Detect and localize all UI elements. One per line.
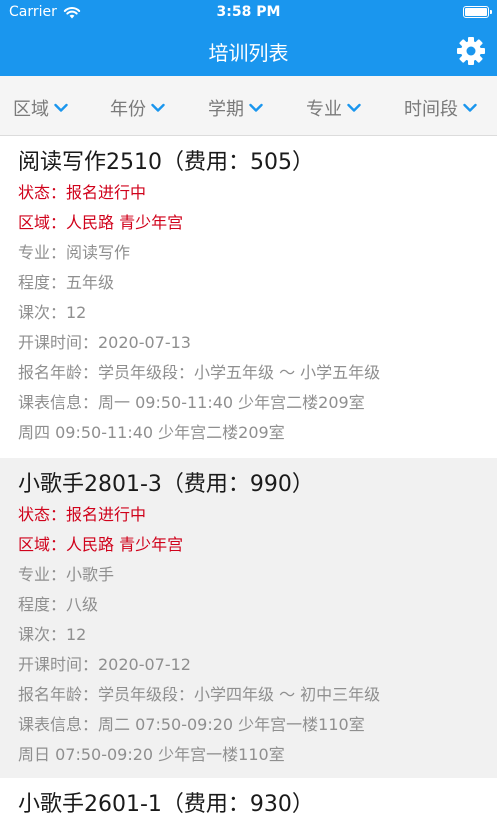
course-list: 阅读写作2510（费用：505） 状态：报名进行中 区域：人民路 青少年宫 专业… — [0, 136, 497, 833]
course-major: 专业：阅读写作 — [18, 243, 131, 262]
course-sessions: 课次：12 — [18, 625, 87, 644]
course-card[interactable]: 小歌手2801-3（费用：990） 状态：报名进行中 区域：人民路 青少年宫 专… — [0, 458, 497, 778]
course-schedule: 课表信息：周一 09:50-11:40 少年宫二楼209室 — [18, 393, 365, 412]
course-card[interactable]: 小歌手2601-1（费用：930） — [0, 778, 497, 833]
course-age-range: 报名年龄：学员年级段：小学五年级 ～ 小学五年级 — [18, 363, 381, 382]
course-schedule-extra: 周四 09:50-11:40 少年宫二楼209室 — [18, 423, 285, 442]
course-schedule-extra: 周日 07:50-09:20 少年宫一楼110室 — [18, 745, 285, 764]
chevron-down-icon — [54, 103, 68, 112]
course-title: 小歌手2801-3（费用：990） — [18, 472, 314, 497]
course-title: 小歌手2601-1（费用：930） — [18, 792, 314, 817]
course-major: 专业：小歌手 — [18, 565, 115, 584]
app-screen: Carrier 3:58 PM 培训列表 区域 年份 学期 专业 时间段 阅读写… — [0, 0, 497, 833]
filter-major[interactable]: 专业 — [306, 95, 361, 121]
course-area: 区域：人民路 青少年宫 — [18, 535, 184, 554]
chevron-down-icon — [463, 103, 477, 112]
navigation-header: Carrier 3:58 PM 培训列表 — [0, 0, 497, 76]
chevron-down-icon — [249, 103, 263, 112]
filter-major-label: 专业 — [306, 99, 342, 120]
battery-icon — [463, 6, 492, 18]
chevron-down-icon — [347, 103, 361, 112]
filter-area-label: 区域 — [13, 99, 49, 120]
course-sessions: 课次：12 — [18, 303, 87, 322]
course-area: 区域：人民路 青少年宫 — [18, 213, 184, 232]
filter-bar: 区域 年份 学期 专业 时间段 — [0, 76, 497, 136]
clock-time: 3:58 PM — [216, 4, 281, 20]
course-start-date: 开课时间：2020-07-13 — [18, 333, 191, 352]
course-status: 状态：报名进行中 — [18, 505, 147, 524]
course-age-range: 报名年龄：学员年级段：小学四年级 ～ 初中三年级 — [18, 685, 381, 704]
filter-semester-label: 学期 — [208, 99, 244, 120]
filter-time-slot-label: 时间段 — [404, 99, 458, 120]
course-level: 程度：五年级 — [18, 273, 115, 292]
filter-semester[interactable]: 学期 — [208, 95, 263, 121]
page-title: 培训列表 — [208, 41, 289, 65]
course-status: 状态：报名进行中 — [18, 183, 147, 202]
course-schedule: 课表信息：周二 07:50-09:20 少年宫一楼110室 — [18, 715, 365, 734]
course-start-date: 开课时间：2020-07-12 — [18, 655, 191, 674]
course-level: 程度：八级 — [18, 595, 99, 614]
course-card[interactable]: 阅读写作2510（费用：505） 状态：报名进行中 区域：人民路 青少年宫 专业… — [0, 136, 497, 458]
filter-area[interactable]: 区域 — [13, 95, 68, 121]
filter-year[interactable]: 年份 — [110, 95, 165, 121]
chevron-down-icon — [151, 103, 165, 112]
gear-icon[interactable] — [456, 36, 486, 66]
status-bar: Carrier 3:58 PM — [0, 0, 497, 26]
filter-time-slot[interactable]: 时间段 — [404, 95, 477, 121]
filter-year-label: 年份 — [110, 99, 146, 120]
course-title: 阅读写作2510（费用：505） — [18, 150, 314, 175]
